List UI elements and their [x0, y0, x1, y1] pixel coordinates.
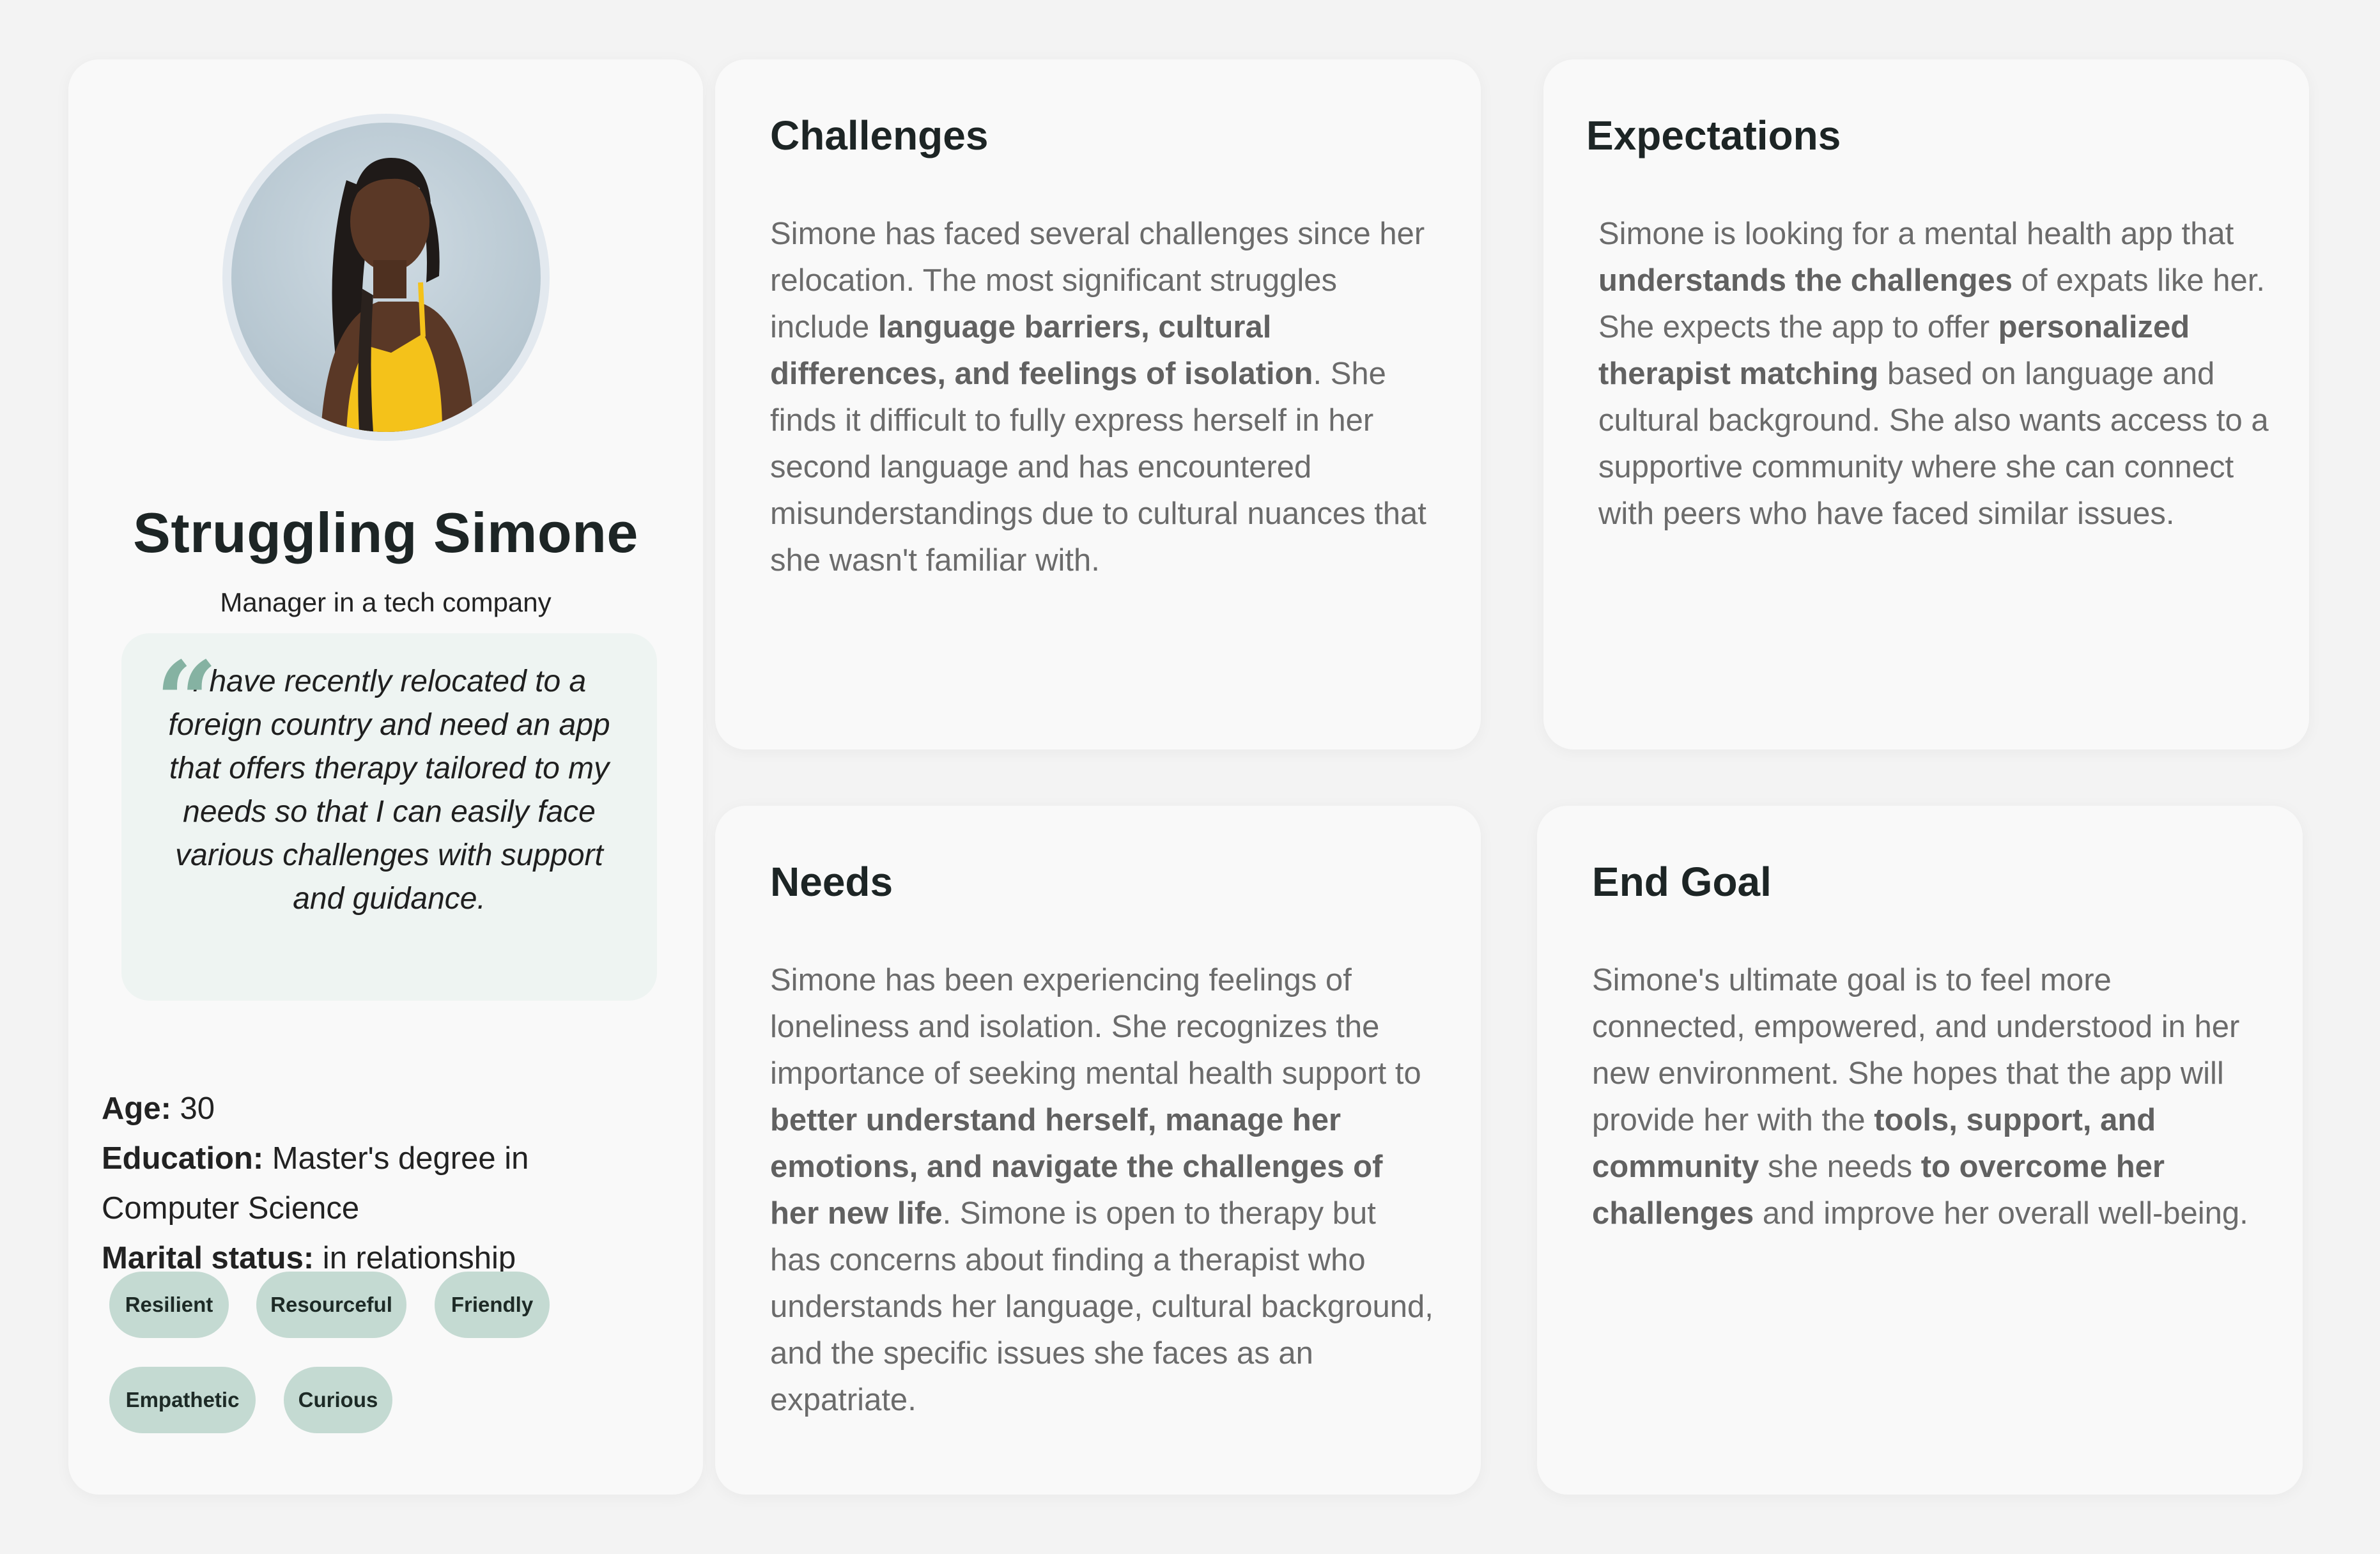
- persona-name: Struggling Simone: [133, 501, 638, 564]
- persona-role: Manager in a tech company: [220, 587, 552, 617]
- body-text: Simone has been experiencing feelings of…: [770, 963, 1421, 1091]
- challenges-body: Simone has faced several challenges sinc…: [770, 211, 1435, 584]
- body-emphasis: understands the challenges: [1598, 263, 2013, 298]
- quote-mark-icon: “: [155, 638, 218, 765]
- persona-quote-text: I have recently relocated to a foreign c…: [168, 665, 610, 916]
- needs-title: Needs: [770, 859, 893, 905]
- trait-tag-empathetic: Empathetic: [109, 1367, 256, 1433]
- trait-tag-curious: Curious: [284, 1367, 392, 1433]
- needs-body: Simone has been experiencing feelings of…: [770, 957, 1435, 1424]
- body-text: and improve her overall well-being.: [1754, 1196, 2248, 1231]
- body-text: she needs: [1759, 1150, 1921, 1184]
- persona-profile-card: Struggling Simone Manager in a tech comp…: [68, 59, 703, 1495]
- trait-tag-resilient: Resilient: [109, 1272, 229, 1338]
- fact-education: Education: Master's degree in Computer S…: [102, 1134, 664, 1233]
- avatar-portrait-image: [321, 158, 474, 432]
- trait-tag-resourceful: Resourceful: [256, 1272, 406, 1338]
- end-goal-body: Simone's ultimate goal is to feel more c…: [1592, 957, 2269, 1237]
- fact-value: 30: [171, 1091, 215, 1126]
- fact-value: in relationship: [314, 1241, 516, 1275]
- fact-age: Age: 30: [102, 1084, 664, 1134]
- body-text: Simone is looking for a mental health ap…: [1598, 217, 2234, 251]
- expectations-title: Expectations: [1586, 112, 1841, 158]
- expectations-body: Simone is looking for a mental health ap…: [1598, 211, 2276, 537]
- fact-label: Education:: [102, 1141, 264, 1176]
- fact-label: Age:: [102, 1091, 171, 1126]
- end-goal-title: End Goal: [1592, 859, 1772, 905]
- challenges-card: Challenges Simone has faced several chal…: [715, 59, 1481, 750]
- fact-label: Marital status:: [102, 1241, 314, 1275]
- expectations-card: Expectations Simone is looking for a men…: [1543, 59, 2309, 750]
- needs-card: Needs Simone has been experiencing feeli…: [715, 806, 1481, 1495]
- trait-tag-friendly: Friendly: [435, 1272, 550, 1338]
- persona-facts: Age: 30 Education: Master's degree in Co…: [102, 1084, 664, 1283]
- avatar: [222, 114, 550, 441]
- challenges-title: Challenges: [770, 112, 989, 158]
- end-goal-card: End Goal Simone's ultimate goal is to fe…: [1537, 806, 2303, 1495]
